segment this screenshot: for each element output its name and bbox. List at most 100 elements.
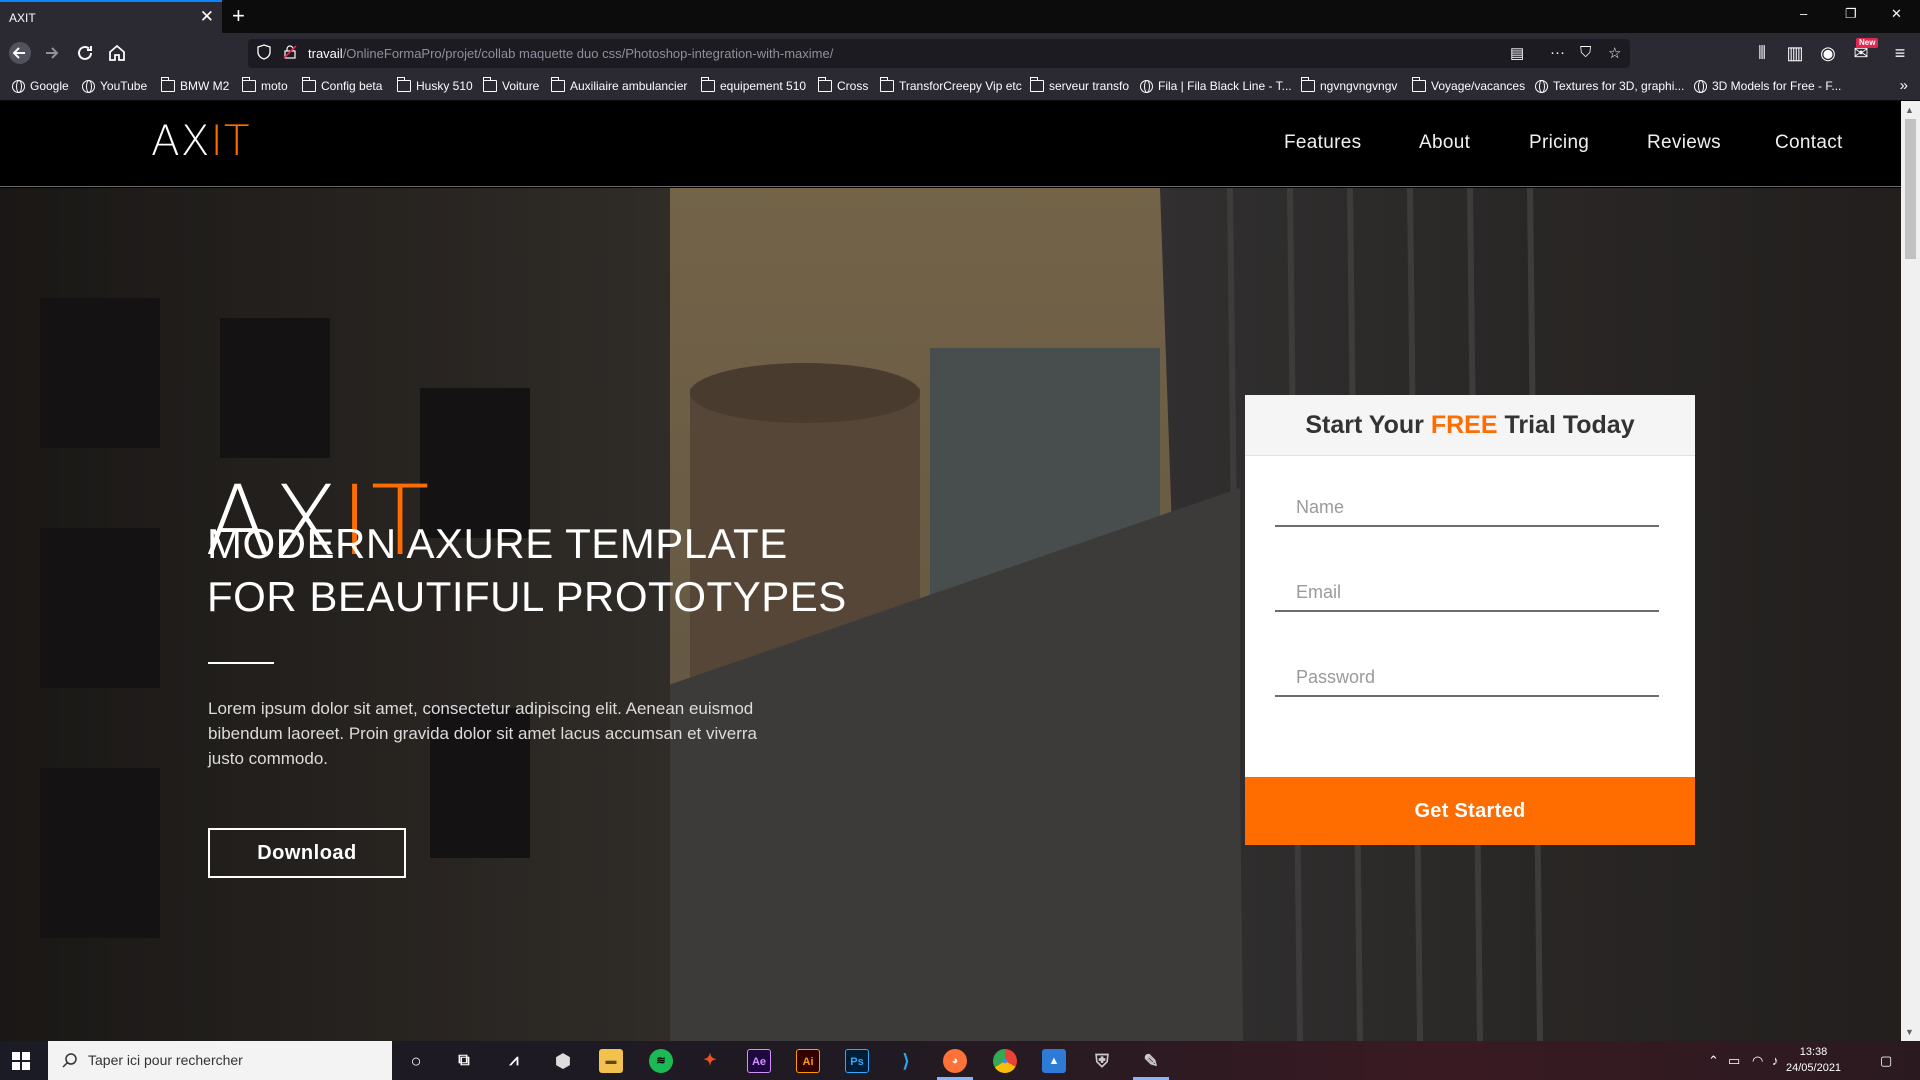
bookmark-item[interactable]: Fila | Fila Black Line - T...: [1140, 79, 1292, 93]
bookmark-item[interactable]: Textures for 3D, graphi...: [1535, 79, 1684, 93]
menu-hamburger-icon[interactable]: ≡: [1888, 41, 1912, 65]
photoshop-icon[interactable]: Ps: [845, 1049, 869, 1073]
url-path: /OnlineFormaPro/projet/collab maquette d…: [342, 46, 834, 61]
bookmark-item[interactable]: equipement 510: [701, 77, 807, 93]
figma-icon[interactable]: ✦: [698, 1049, 722, 1073]
wifi-icon[interactable]: ◠: [1752, 1053, 1763, 1069]
system-clock[interactable]: 13:38 24/05/2021: [1786, 1044, 1841, 1076]
tracking-shield-icon[interactable]: [256, 44, 272, 60]
bookmark-star-icon[interactable]: ☆: [1608, 44, 1621, 62]
settings-icon[interactable]: ⬢: [551, 1049, 575, 1073]
taskbar-search-box[interactable]: Taper ici pour rechercher: [48, 1041, 392, 1080]
url-host: travail: [308, 46, 343, 61]
new-tab-button[interactable]: +: [232, 3, 245, 29]
bookmark-item[interactable]: moto: [242, 77, 288, 93]
chrome-icon[interactable]: ●: [993, 1049, 1017, 1073]
home-button[interactable]: [105, 41, 129, 65]
app-icon[interactable]: ⩘: [502, 1049, 526, 1073]
forward-button[interactable]: [40, 41, 64, 65]
bookmark-item[interactable]: Auxiliaire ambulancier: [551, 77, 687, 93]
bookmark-label: Cross: [837, 79, 869, 93]
file-explorer-icon[interactable]: ▬: [599, 1049, 623, 1073]
search-icon: [62, 1053, 77, 1068]
insecure-lock-icon[interactable]: [283, 45, 297, 59]
back-button[interactable]: [8, 41, 32, 65]
nav-link-contact[interactable]: Contact: [1775, 132, 1843, 154]
bookmark-item[interactable]: Cross: [818, 77, 869, 93]
restore-button[interactable]: ❐: [1845, 6, 1857, 22]
nav-link-features[interactable]: Features: [1284, 132, 1361, 154]
reload-button[interactable]: [73, 41, 97, 65]
folder-icon: [397, 77, 411, 92]
title-free: FREE: [1430, 411, 1498, 439]
browser-tab[interactable]: AXIT ✕: [0, 0, 222, 33]
bookmark-label: moto: [261, 79, 288, 93]
scroll-down-arrow-icon[interactable]: ▼: [1905, 1027, 1914, 1037]
nav-link-pricing[interactable]: Pricing: [1529, 132, 1589, 154]
after-effects-icon[interactable]: Ae: [747, 1049, 771, 1073]
bookmark-item[interactable]: Google: [12, 79, 69, 93]
page-scrollbar[interactable]: ▲ ▼: [1901, 101, 1920, 1041]
photos-icon[interactable]: ▲: [1042, 1049, 1066, 1073]
bookmark-item[interactable]: YouTube: [82, 79, 147, 93]
bookmark-item[interactable]: Voiture: [483, 77, 540, 93]
nav-link-about[interactable]: About: [1419, 132, 1470, 154]
illustrator-icon[interactable]: Ai: [796, 1049, 820, 1073]
home-icon: [109, 44, 125, 61]
url-text[interactable]: travail/OnlineFormaPro/projet/collab maq…: [308, 46, 833, 61]
cortana-icon[interactable]: ○: [404, 1049, 428, 1073]
firefox-icon[interactable]: ◕: [943, 1049, 967, 1073]
globe-icon: [82, 79, 95, 93]
tab-close-icon[interactable]: ✕: [200, 7, 214, 27]
battery-icon[interactable]: ▭: [1728, 1053, 1740, 1069]
clock-date: 24/05/2021: [1786, 1062, 1842, 1074]
task-view-icon[interactable]: ⧉: [452, 1049, 476, 1073]
reader-view-icon[interactable]: ▤: [1510, 44, 1524, 62]
notifications-icon[interactable]: ▢: [1880, 1053, 1892, 1069]
shield-app-icon[interactable]: ⛨: [1090, 1049, 1114, 1073]
scroll-thumb[interactable]: [1905, 119, 1916, 259]
bookmark-item[interactable]: BMW M2: [161, 77, 229, 93]
close-window-button[interactable]: ✕: [1891, 6, 1902, 22]
get-started-button[interactable]: Get Started: [1245, 777, 1695, 845]
signup-form: Start Your FREE Trial Today Get Started: [1245, 395, 1695, 845]
bookmarks-overflow-icon[interactable]: »: [1900, 77, 1908, 94]
email-field[interactable]: [1275, 574, 1659, 612]
spotify-icon[interactable]: ≋: [649, 1049, 673, 1073]
vscode-icon[interactable]: ⟩: [894, 1049, 918, 1073]
bookmark-label: YouTube: [100, 79, 148, 93]
minimize-button[interactable]: –: [1800, 6, 1807, 21]
paint-app-icon[interactable]: ✎: [1139, 1049, 1163, 1073]
bookmark-label: Voyage/vacances: [1431, 79, 1526, 93]
address-bar[interactable]: travail/OnlineFormaPro/projet/collab maq…: [248, 39, 1630, 68]
page-actions-icon[interactable]: ···: [1550, 44, 1565, 61]
scroll-up-arrow-icon[interactable]: ▲: [1905, 105, 1914, 115]
bookmark-label: Google: [30, 79, 69, 93]
bookmark-label: TransforCreepy Vip etc: [899, 79, 1022, 93]
nav-link-reviews[interactable]: Reviews: [1647, 132, 1721, 154]
volume-icon[interactable]: ♪: [1772, 1053, 1779, 1068]
bookmark-item[interactable]: serveur transfo: [1030, 77, 1130, 93]
bookmark-label: Voiture: [502, 79, 540, 93]
password-field[interactable]: [1275, 659, 1659, 697]
windows-start-icon[interactable]: [12, 1052, 30, 1070]
account-icon[interactable]: ◉: [1816, 41, 1840, 65]
bookmark-item[interactable]: 3D Models for Free - F...: [1694, 79, 1841, 93]
name-field[interactable]: [1275, 489, 1659, 527]
library-icon[interactable]: ⫴: [1750, 41, 1774, 65]
bookmark-item[interactable]: Husky 510: [397, 77, 473, 93]
bookmark-item[interactable]: Voyage/vacances: [1412, 77, 1526, 93]
sidebar-icon[interactable]: ▥: [1783, 41, 1807, 65]
folder-icon: [551, 77, 565, 92]
bookmark-item[interactable]: ngvngvngvngv: [1301, 77, 1397, 93]
globe-icon: [1535, 79, 1548, 93]
bookmark-item[interactable]: Config beta: [302, 77, 382, 93]
download-button[interactable]: Download: [208, 828, 406, 878]
bookmark-label: equipement 510: [720, 79, 807, 93]
bookmark-item[interactable]: TransforCreepy Vip etc: [880, 77, 1022, 93]
tray-chevron-icon[interactable]: ⌃: [1708, 1053, 1719, 1069]
hero-divider: [208, 662, 274, 664]
site-logo[interactable]: AXIT: [151, 116, 251, 165]
bookmark-label: serveur transfo: [1049, 79, 1130, 93]
pocket-icon[interactable]: ⛉: [1580, 44, 1591, 61]
